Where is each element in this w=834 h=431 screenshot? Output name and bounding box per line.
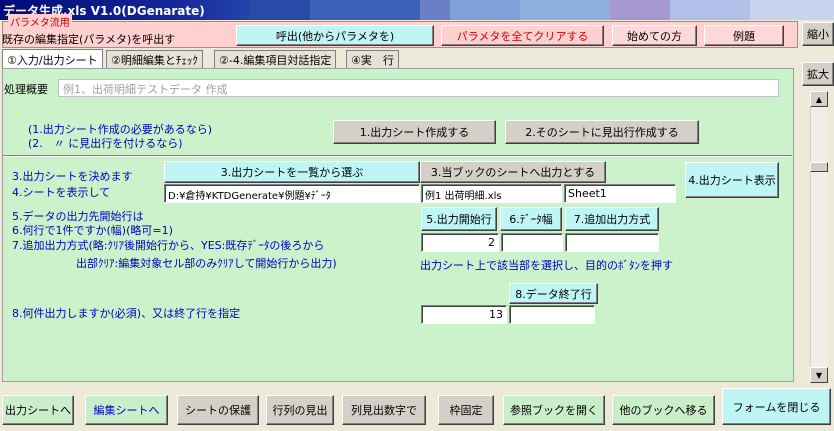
output-book-field[interactable]: 例1 出荷明細.xls: [421, 184, 562, 203]
vertical-scrollbar[interactable]: [810, 91, 828, 383]
data-width-button[interactable]: 6.ﾃﾞｰﾀ幅: [500, 207, 562, 231]
scroll-down-icon[interactable]: ▼: [810, 367, 828, 383]
col-header-numbers-button[interactable]: 列見出数字で: [342, 395, 426, 425]
output-path-field[interactable]: D:¥倉持¥KTDGenerate¥例題¥ﾃﾞｰﾀ: [164, 184, 420, 203]
data-width-field[interactable]: [501, 233, 563, 252]
row-col-headers-button[interactable]: 行列の見出: [266, 395, 334, 425]
param-group-legend: パラメタ流用: [8, 14, 72, 29]
minimize-button[interactable]: 縮小: [802, 22, 834, 46]
scroll-thumb[interactable]: [810, 162, 828, 172]
output-sheet-field[interactable]: Sheet1: [564, 184, 676, 203]
end-row-field[interactable]: [509, 305, 595, 324]
call-params-button[interactable]: 呼出(他からパラメタを): [236, 25, 434, 46]
create-sheet-button[interactable]: 1.出力シート作成する: [333, 120, 496, 144]
clear-params-button[interactable]: パラメタを全てクリアする: [441, 25, 604, 46]
close-form-button[interactable]: フォームを閉じる: [722, 388, 831, 425]
label-decide-sheet: 3.出力シートを決めます: [12, 170, 133, 183]
label-append-mode: 7.追加出力方式(略:ｸﾘｱ後開始行から、YES:既存ﾃﾞｰﾀの後ろから: [12, 239, 325, 252]
end-row-button[interactable]: 8.データ終了行: [509, 283, 598, 304]
tab-detail-edit[interactable]: ②明細編集とﾁｪｯｸ: [106, 50, 203, 68]
param-description: 既存の編集指定(パラメタ)を呼出す: [2, 33, 176, 46]
label-data-width: 6.何行で1件ですか(幅)(略可=1): [12, 224, 173, 237]
goto-edit-sheet-button[interactable]: 編集シートへ: [85, 395, 168, 425]
move-other-book-button[interactable]: 他のブックへ移る: [612, 395, 715, 425]
note-add-header: (2. 〃 に見出行を付けるなら): [28, 137, 183, 150]
start-row-field[interactable]: 2: [421, 233, 499, 252]
protect-sheet-button[interactable]: シートの保護: [177, 395, 259, 425]
select-sheet-list-button[interactable]: 3.出力シートを一覧から選ぶ: [164, 161, 420, 183]
processing-label: 処理概要: [4, 83, 48, 96]
label-count: 8.何件出力しますか(必須)、又は終了行を指定: [12, 307, 241, 320]
count-field[interactable]: 13: [421, 305, 507, 324]
current-book-sheet-button[interactable]: 3.当ブックのシートへ出力とする: [420, 161, 606, 183]
label-append-mode-note: 出部ｸﾘｱ:編集対象セル部のみｸﾘｱして開始行から出力): [76, 257, 337, 270]
tab-edit-dialog[interactable]: ②-4.編集項目対話指定: [214, 50, 337, 68]
goto-output-sheet-button[interactable]: 出力シートへ: [2, 395, 74, 425]
instruction-text: 出力シート上で該当部を選択し、目的のﾎﾞﾀﾝを押す: [420, 259, 673, 272]
expand-button[interactable]: 拡大: [802, 62, 834, 86]
create-header-button[interactable]: 2.そのシートに見出行作成する: [505, 120, 699, 144]
open-ref-book-button[interactable]: 参照ブックを開く: [503, 395, 605, 425]
beginner-button[interactable]: 始めての方: [612, 25, 697, 46]
tab-io-sheet[interactable]: ①入力/出力シート: [2, 49, 103, 69]
tab-execute[interactable]: ④実 行: [346, 50, 399, 68]
show-output-sheet-button[interactable]: 4.出力シート表示: [685, 162, 779, 198]
processing-input[interactable]: 例1、出荷明細テストデータ 作成: [58, 79, 779, 97]
example-button[interactable]: 例題: [704, 25, 784, 46]
label-show-sheet: 4.シートを表示して: [12, 186, 111, 199]
start-row-button[interactable]: 5.出力開始行: [421, 207, 497, 231]
append-mode-button[interactable]: 7.追加出力方式: [565, 207, 659, 231]
divider: [3, 155, 792, 157]
append-mode-field[interactable]: [565, 233, 659, 252]
title-bar: データ生成.xls V1.0(DGenarate): [0, 0, 834, 20]
scroll-up-icon[interactable]: ▲: [810, 91, 828, 107]
freeze-panes-button[interactable]: 枠固定: [438, 395, 494, 425]
